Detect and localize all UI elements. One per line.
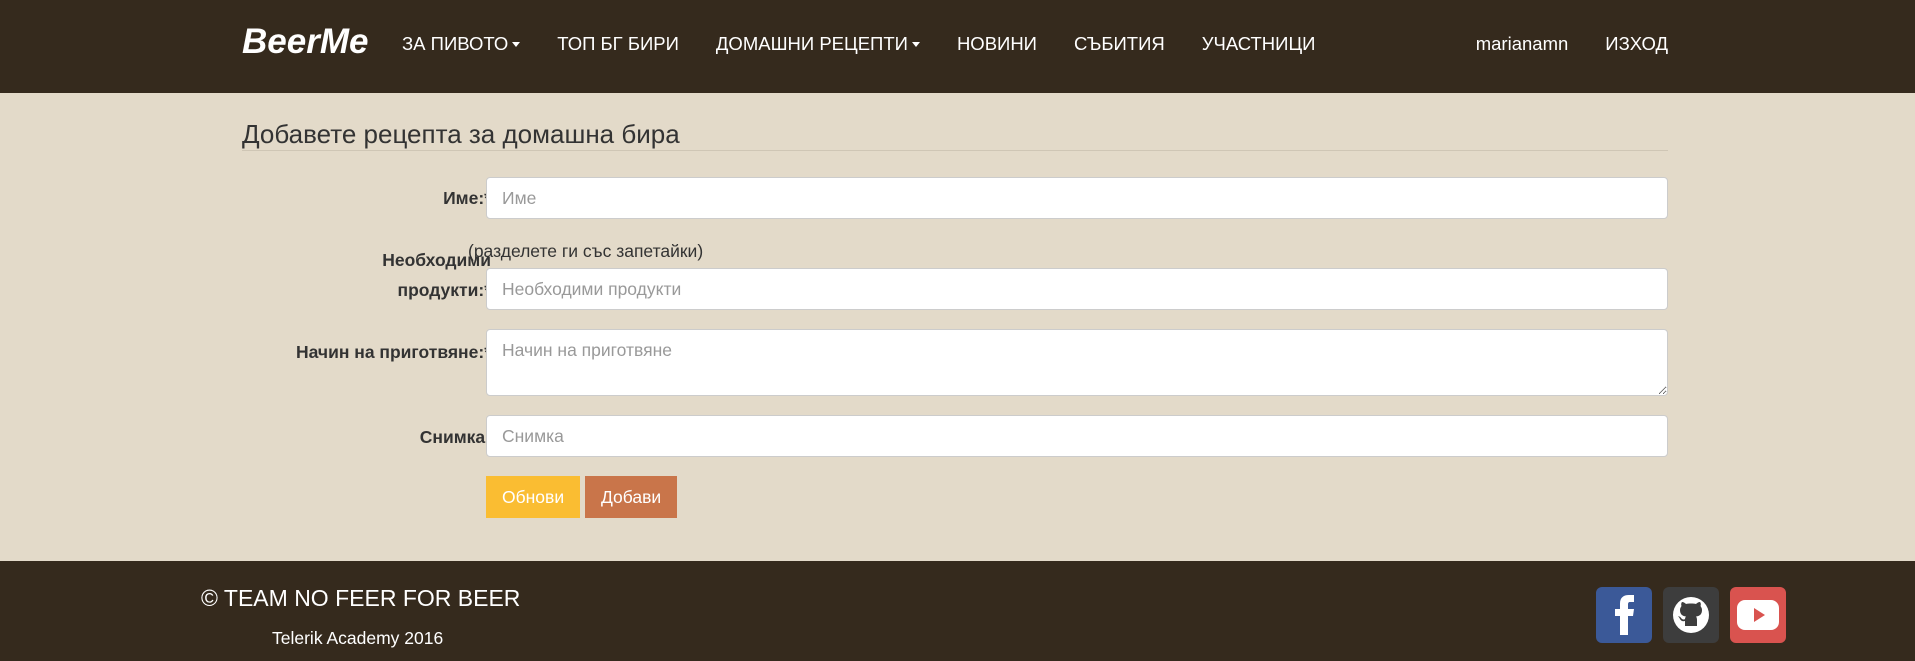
user-nav: marianamn ИЗХОД — [1439, 33, 1668, 55]
nav-item-label: СЪБИТИЯ — [1073, 33, 1165, 54]
nav-item-label: ЗА ПИВОТО — [402, 33, 509, 54]
nav-item-top-bg-beers[interactable]: ТОП БГ БИРИ — [557, 33, 679, 55]
nav-item-label: ДОМАШНИ РЕЦЕПТИ — [715, 33, 908, 54]
ingredients-label: Необходими продукти:* — [382, 245, 491, 305]
image-label: Снимка: — [419, 427, 491, 447]
navbar-container: BeerMe ЗА ПИВОТО ТОП БГ БИРИ ДОМАШНИ РЕЦ… — [242, 0, 1668, 93]
navbar: BeerMe ЗА ПИВОТО ТОП БГ БИРИ ДОМАШНИ РЕЦ… — [0, 0, 1915, 93]
main-nav: ЗА ПИВОТО ТОП БГ БИРИ ДОМАШНИ РЕЦЕПТИ НО… — [402, 33, 1352, 55]
caret-down-icon — [512, 41, 521, 47]
user-profile-link[interactable]: marianamn — [1476, 33, 1569, 55]
youtube-icon — [1737, 600, 1779, 630]
caret-down-icon — [911, 41, 920, 47]
ingredients-help-text: (разделете ги със запетайки) — [468, 241, 704, 261]
youtube-link[interactable] — [1730, 587, 1786, 643]
update-button[interactable]: Обнови — [486, 476, 581, 518]
copyright-text: © TEAM NO FEER FOR BEER — [201, 585, 521, 611]
github-link[interactable] — [1663, 587, 1719, 643]
academy-text: Telerik Academy 2016 — [272, 628, 444, 648]
nav-item-home-recipes[interactable]: ДОМАШНИ РЕЦЕПТИ — [716, 33, 920, 55]
nav-item-news[interactable]: НОВИНИ — [957, 33, 1037, 55]
brand-logo[interactable]: BeerMe — [242, 22, 368, 62]
nav-item-label: ТОП БГ БИРИ — [557, 33, 679, 54]
facebook-link[interactable] — [1596, 587, 1652, 643]
title-divider — [242, 150, 1668, 151]
add-button[interactable]: Добави — [585, 476, 678, 518]
nav-item-events[interactable]: СЪБИТИЯ — [1074, 33, 1165, 55]
footer: © TEAM NO FEER FOR BEER Telerik Academy … — [0, 561, 1915, 661]
page-title: Добавете рецепта за домашна бира — [242, 119, 680, 149]
preparation-label: Начин на приготвяне:* — [295, 342, 491, 362]
nav-item-members[interactable]: УЧАСТНИЦИ — [1202, 33, 1316, 55]
name-input[interactable] — [486, 177, 1668, 219]
nav-item-label: УЧАСТНИЦИ — [1201, 33, 1316, 54]
social-links — [1596, 587, 1797, 643]
name-label: Име:* — [443, 188, 491, 208]
nav-item-label: НОВИНИ — [956, 33, 1037, 54]
ingredients-label-line1: Необходими — [382, 250, 491, 270]
nav-item-about-beer[interactable]: ЗА ПИВОТО — [402, 33, 521, 55]
preparation-textarea[interactable] — [486, 329, 1668, 396]
image-input[interactable] — [486, 415, 1668, 457]
ingredients-input[interactable] — [486, 268, 1668, 310]
github-icon — [1673, 597, 1709, 633]
facebook-icon — [1615, 595, 1634, 635]
ingredients-label-line2: продукти:* — [397, 280, 492, 300]
logout-link[interactable]: ИЗХОД — [1605, 33, 1668, 55]
